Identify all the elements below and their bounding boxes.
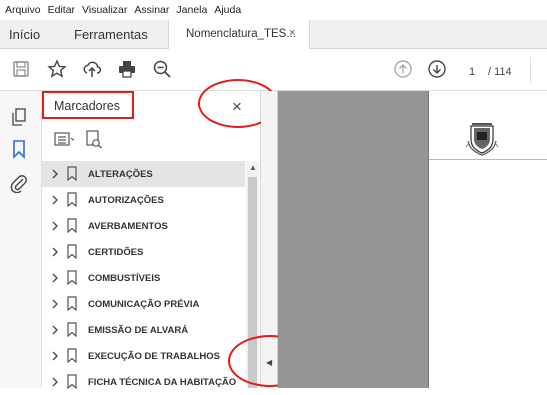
- chevron-right-icon[interactable]: [50, 271, 60, 285]
- tab-close-button[interactable]: ×: [289, 27, 295, 39]
- star-icon[interactable]: [47, 59, 67, 79]
- bookmark-icon: [67, 244, 77, 259]
- menu-janela[interactable]: Janela: [176, 4, 207, 16]
- attachment-icon[interactable]: [9, 173, 29, 193]
- tab-document[interactable]: Nomenclatura_TES... ×: [168, 20, 310, 49]
- upload-icon[interactable]: [82, 59, 102, 79]
- bookmark-icon: [67, 270, 77, 285]
- menu-assinar[interactable]: Assinar: [134, 4, 169, 16]
- chevron-right-icon[interactable]: [50, 245, 60, 259]
- zoom-out-icon[interactable]: [152, 59, 172, 79]
- chevron-right-icon[interactable]: [50, 375, 60, 389]
- bookmark-label: FICHA TÉCNICA DA HABITAÇÃO: [88, 377, 237, 388]
- menu-arquivo[interactable]: Arquivo: [5, 4, 41, 16]
- bookmark-label: COMBUSTÍVEIS: [88, 273, 161, 284]
- left-rail: [0, 91, 42, 388]
- bookmark-label: EMISSÃO DE ALVARÁ: [88, 325, 189, 336]
- menu-bar: Arquivo Editar Visualizar Assinar Janela…: [0, 0, 547, 20]
- tab-document-label: Nomenclatura_TES...: [186, 28, 296, 40]
- page-indicator: 1 / 114: [460, 62, 512, 82]
- bookmark-item[interactable]: FICHA TÉCNICA DA HABITAÇÃO: [42, 369, 245, 395]
- bookmark-icon: [67, 322, 77, 337]
- chevron-right-icon[interactable]: [50, 349, 60, 363]
- bookmark-icon: [67, 374, 77, 389]
- tab-bar: Início Ferramentas Nomenclatura_TES... ×: [0, 20, 547, 49]
- options-menu-icon[interactable]: [54, 129, 74, 149]
- print-icon[interactable]: [117, 59, 137, 79]
- bookmark-label: EXECUÇÃO DE TRABALHOS: [88, 351, 220, 362]
- save-icon[interactable]: [11, 59, 31, 79]
- toolbar-divider: [530, 57, 531, 83]
- arrow-down-icon[interactable]: [427, 59, 447, 79]
- bookmark-label: AVERBAMENTOS: [88, 221, 168, 232]
- bookmark-icon: [67, 192, 77, 207]
- pages-icon[interactable]: [9, 107, 29, 127]
- document-page[interactable]: [428, 91, 547, 388]
- page-total: / 114: [488, 66, 512, 78]
- page-number-input[interactable]: 1: [460, 62, 484, 82]
- bookmark-item[interactable]: CERTIDÕES: [42, 239, 245, 265]
- bookmark-item[interactable]: ALTERAÇÕES: [42, 161, 245, 187]
- tab-home[interactable]: Início: [9, 27, 40, 42]
- bookmark-item[interactable]: COMBUSTÍVEIS: [42, 265, 245, 291]
- page-header-line: [429, 159, 547, 160]
- highlight-rectangle: [42, 91, 134, 119]
- bookmark-label: COMUNICAÇÃO PRÉVIA: [88, 299, 200, 310]
- bookmark-item[interactable]: AVERBAMENTOS: [42, 213, 245, 239]
- bookmark-icon: [67, 296, 77, 311]
- bookmark-icon: [67, 166, 77, 181]
- menu-ajuda[interactable]: Ajuda: [214, 4, 241, 16]
- bookmark-icon: [67, 348, 77, 363]
- bookmark-label: ALTERAÇÕES: [88, 169, 153, 180]
- bookmark-icon: [67, 218, 77, 233]
- bookmark-label: CERTIDÕES: [88, 247, 144, 258]
- bookmark-item[interactable]: EMISSÃO DE ALVARÁ: [42, 317, 245, 343]
- bookmark-icon[interactable]: [9, 139, 29, 159]
- bookmark-item[interactable]: AUTORIZAÇÕES: [42, 187, 245, 213]
- bookmark-label: AUTORIZAÇÕES: [88, 195, 164, 206]
- menu-editar[interactable]: Editar: [48, 4, 75, 16]
- toolbar: 1 / 114: [0, 49, 547, 91]
- document-background: [278, 91, 428, 388]
- bookmark-item[interactable]: COMUNICAÇÃO PRÉVIA: [42, 291, 245, 317]
- chevron-right-icon[interactable]: [50, 193, 60, 207]
- chevron-right-icon[interactable]: [50, 167, 60, 181]
- bookmark-list: ALTERAÇÕES AUTORIZAÇÕES AVERBAMENTOS CER…: [42, 161, 245, 395]
- arrow-up-icon[interactable]: [393, 59, 413, 79]
- bookmark-item[interactable]: EXECUÇÃO DE TRABALHOS: [42, 343, 245, 369]
- chevron-right-icon[interactable]: [50, 297, 60, 311]
- chevron-right-icon[interactable]: [50, 219, 60, 233]
- chevron-right-icon[interactable]: [50, 323, 60, 337]
- scroll-up-icon[interactable]: ▲: [249, 163, 257, 172]
- bookmarks-panel: Marcadores × ALTERAÇÕES AUTORIZAÇÕES AVE…: [42, 91, 261, 389]
- menu-visualizar[interactable]: Visualizar: [82, 4, 127, 16]
- new-bookmark-icon[interactable]: [84, 129, 104, 149]
- tab-tools[interactable]: Ferramentas: [74, 27, 148, 42]
- municipal-crest-icon: [465, 123, 499, 156]
